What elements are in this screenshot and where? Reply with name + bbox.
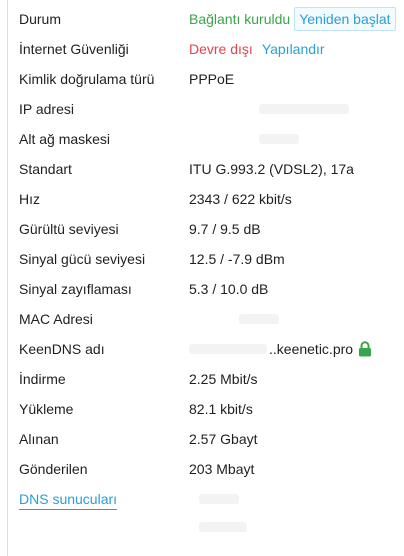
keendns-row: KeenDNS adı ..keenetic.pro: [19, 334, 404, 364]
noise-label: Gürültü seviyesi: [19, 221, 119, 237]
status-row: Durum Bağlantı kuruldu Yeniden başlat: [19, 4, 404, 34]
speed-label: Hız: [19, 191, 40, 207]
dns-server-1-masked: [199, 494, 239, 504]
sent-row: Gönderilen 203 Mbayt: [19, 454, 404, 484]
dns-server-2-masked: [199, 522, 247, 532]
received-label: Alınan: [19, 431, 59, 447]
status-value: Bağlantı kuruldu: [189, 11, 291, 27]
received-row: Alınan 2.57 Gbayt: [19, 424, 404, 454]
download-label: İndirme: [19, 371, 66, 387]
auth-type-value: PPPoE: [189, 71, 235, 87]
signal-power-value: 12.5 / -7.9 dBm: [189, 251, 285, 267]
sent-label: Gönderilen: [19, 461, 88, 477]
status-label: Durum: [19, 11, 62, 27]
ip-address-label: IP adresi: [19, 101, 74, 117]
upload-row: Yükleme 82.1 kbit/s: [19, 394, 404, 424]
speed-row: Hız 2343 / 622 kbit/s: [19, 184, 404, 214]
auth-type-row: Kimlik doğrulama türü PPPoE: [19, 64, 404, 94]
standard-value: ITU G.993.2 (VDSL2), 17a: [189, 161, 354, 177]
noise-value: 9.7 / 9.5 dB: [189, 221, 261, 237]
attenuation-label: Sinyal zayıflaması: [19, 281, 132, 297]
dns-servers-row: DNS sunucuları: [19, 484, 404, 514]
signal-power-label: Sinyal gücü seviyesi: [19, 251, 146, 267]
ip-address-value-masked: [259, 104, 349, 114]
keendns-prefix-masked: [189, 344, 267, 354]
status-list: Durum Bağlantı kuruldu Yeniden başlat İn…: [19, 4, 404, 540]
dns-servers-link[interactable]: DNS sunucuları: [19, 491, 118, 510]
standard-row: Standart ITU G.993.2 (VDSL2), 17a: [19, 154, 404, 184]
mac-address-row: MAC Adresi: [19, 304, 404, 334]
dns-server-extra-row: [19, 514, 404, 540]
keendns-value: ..keenetic.pro: [269, 341, 354, 357]
internet-security-label: İnternet Güvenliği: [19, 41, 129, 57]
connection-status-panel: Durum Bağlantı kuruldu Yeniden başlat İn…: [7, 0, 404, 556]
internet-security-value: Devre dışı: [189, 41, 253, 57]
mac-address-value-masked: [239, 314, 279, 324]
received-value: 2.57 Gbayt: [189, 431, 258, 447]
speed-value: 2343 / 622 kbit/s: [189, 191, 292, 207]
attenuation-value: 5.3 / 10.0 dB: [189, 281, 269, 297]
internet-security-row: İnternet Güvenliği Devre dışı Yapılandır: [19, 34, 404, 64]
ip-address-row: IP adresi: [19, 94, 404, 124]
lock-icon: [358, 341, 372, 357]
signal-power-row: Sinyal gücü seviyesi 12.5 / -7.9 dBm: [19, 244, 404, 274]
subnet-mask-row: Alt ağ maskesi: [19, 124, 404, 154]
configure-link[interactable]: Yapılandır: [262, 41, 325, 57]
attenuation-row: Sinyal zayıflaması 5.3 / 10.0 dB: [19, 274, 404, 304]
auth-type-label: Kimlik doğrulama türü: [19, 71, 155, 87]
noise-row: Gürültü seviyesi 9.7 / 9.5 dB: [19, 214, 404, 244]
upload-label: Yükleme: [19, 401, 74, 417]
mac-address-label: MAC Adresi: [19, 311, 93, 327]
subnet-mask-label: Alt ağ maskesi: [19, 131, 111, 147]
subnet-mask-value-masked: [259, 134, 299, 144]
download-value: 2.25 Mbit/s: [189, 371, 258, 387]
download-row: İndirme 2.25 Mbit/s: [19, 364, 404, 394]
upload-value: 82.1 kbit/s: [189, 401, 253, 417]
standard-label: Standart: [19, 161, 72, 177]
sent-value: 203 Mbayt: [189, 461, 255, 477]
restart-button[interactable]: Yeniden başlat: [294, 7, 396, 31]
keendns-label: KeenDNS adı: [19, 341, 105, 357]
